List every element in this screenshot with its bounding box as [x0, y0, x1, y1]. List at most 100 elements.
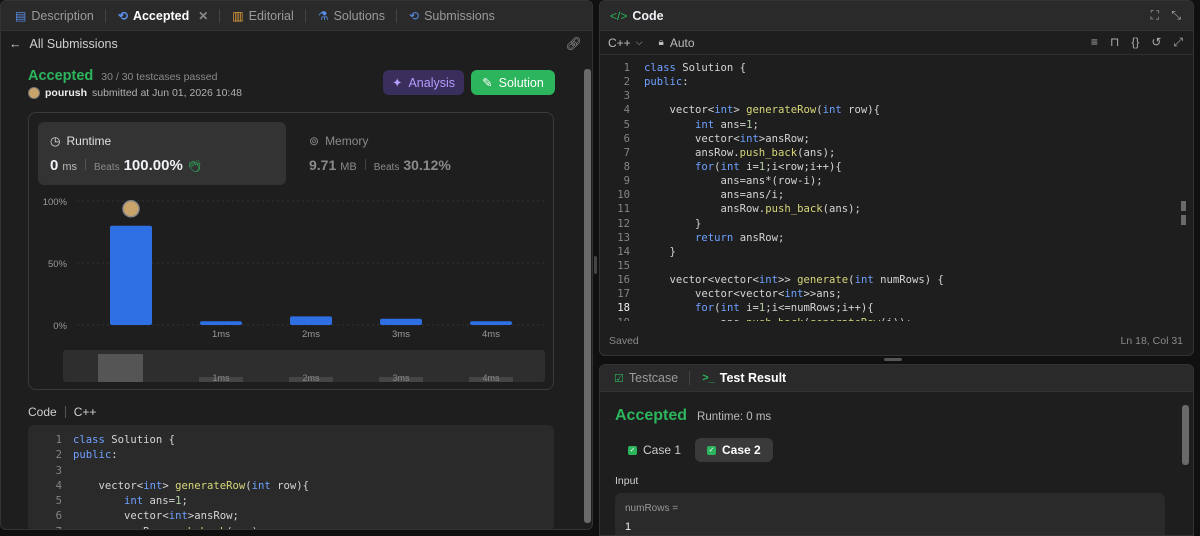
chart-bar[interactable]	[110, 225, 152, 325]
submission-status: Accepted 30 / 30 testcases passed	[28, 68, 218, 84]
tab-solutions[interactable]: ⚗ Solutions	[312, 1, 403, 31]
format-icon[interactable]: ≡	[1091, 35, 1098, 50]
case-tab-1[interactable]: ✓ Case 1	[620, 439, 689, 461]
chart-bar[interactable]	[380, 318, 422, 325]
x-tick-label: 2ms	[302, 329, 320, 340]
terminal-icon: >_	[702, 372, 715, 384]
x-tick-label: 4ms	[482, 329, 500, 340]
code-text: vector<int> generateRow(int row){	[669, 104, 881, 117]
code-line: 5 int ans=1;	[600, 118, 1185, 132]
line-number: 15	[617, 259, 630, 272]
clap-icon: 👏︎	[186, 159, 203, 173]
code-block: 1 class Solution {2 public: 3 4 vector<int> …	[28, 433, 554, 529]
case-tab-2[interactable]: ✓ Case 2	[695, 438, 773, 462]
memory-card[interactable]: ⊚ Memory 9.71 MB Beats 30.12%	[299, 122, 547, 185]
close-icon[interactable]: ✕	[198, 10, 208, 22]
y-tick-label: 50%	[48, 259, 68, 270]
tab-submissions[interactable]: ⟲ Submissions	[403, 1, 501, 31]
range-slider-label: 3ms	[392, 373, 410, 383]
line-number: 9	[623, 175, 630, 188]
code-text: vector<vector<int>>ans;	[695, 288, 842, 301]
line-number: 19	[610, 316, 630, 321]
code-line: 4 vector<int> generateRow(int row){	[28, 479, 554, 494]
auto-mode[interactable]: Auto	[670, 36, 695, 50]
tab-accepted[interactable]: ⟲ Accepted ✕	[112, 1, 226, 31]
code-text: int ans=1;	[695, 118, 759, 131]
vertical-resize-handle[interactable]	[594, 256, 597, 274]
line-number: 6	[623, 132, 630, 145]
code-text: int ans=1;	[124, 495, 188, 508]
divider	[396, 8, 397, 23]
line-number: 2	[623, 76, 630, 89]
braces-icon[interactable]: {}	[1131, 35, 1139, 50]
arrow-left-icon: ←	[9, 37, 22, 51]
maximize-icon[interactable]: ⛶	[1151, 8, 1159, 23]
code-line: 19 ans.push_back(generateRow(i));	[600, 316, 1185, 321]
line-number: 8	[623, 160, 630, 173]
code-line: 13 return ansRow;	[600, 231, 1185, 245]
expand-icon[interactable]: ⤢	[1173, 35, 1183, 50]
code-text: vector<int>ansRow;	[124, 510, 239, 523]
cursor-position: Ln 18, Col 31	[1120, 335, 1183, 347]
tab-testcase[interactable]: ☑ Testcase	[608, 365, 696, 392]
code-line: 15	[600, 259, 1185, 273]
code-text: for(int i=1;i<=numRows;i++){	[695, 302, 874, 315]
code-line: 3	[28, 464, 554, 479]
book-icon: ▥	[232, 8, 244, 23]
line-number: 6	[55, 510, 62, 523]
code-line: 7 ansRow.push_back(ans);	[28, 525, 554, 529]
divider	[104, 8, 106, 23]
tab-editorial[interactable]: ▥ Editorial	[226, 1, 312, 31]
chart-bar[interactable]	[290, 316, 332, 325]
submitter-info: pourush submitted at Jun 01, 2026 10:48	[28, 87, 242, 99]
line-number: 18	[617, 302, 630, 315]
analysis-button[interactable]: ✦ Analysis	[383, 70, 464, 95]
editor-title: Code	[632, 8, 664, 23]
memory-beats: 30.12%	[403, 157, 451, 173]
code-line: 3	[600, 89, 1185, 103]
code-line: 14 }	[600, 245, 1185, 259]
language-select[interactable]: C++ ⌵	[608, 36, 643, 50]
clock-icon: ◷	[50, 134, 61, 148]
panel-resize-handle[interactable]	[884, 358, 902, 361]
back-link[interactable]: ← All Submissions	[9, 37, 118, 51]
runtime-distribution-chart: 100% 50% 0% 1ms 2ms 3ms 4ms 1ms 2ms 3ms 4ms	[43, 197, 545, 383]
result-status: Accepted	[615, 407, 688, 424]
divider	[64, 406, 66, 418]
input-value: 1	[625, 521, 632, 533]
checkbox-icon: ☑	[614, 372, 624, 385]
reset-icon[interactable]: ↺	[1151, 35, 1161, 50]
divider	[219, 8, 221, 23]
left-scrollbar[interactable]	[582, 65, 592, 529]
submitted-code[interactable]: 1 class Solution {2 public: 3 4 vector<int> …	[28, 425, 554, 529]
minimize-icon[interactable]: ⤡	[1171, 8, 1181, 23]
code-line: 4 vector<int> generateRow(int row){	[600, 103, 1185, 117]
runtime-card[interactable]: ◷ Runtime 0 ms Beats 100.00% 👏︎	[38, 122, 286, 185]
editor-scrollbar[interactable]	[1181, 201, 1186, 235]
runtime-value: 0	[50, 157, 59, 174]
tab-test-result[interactable]: >_ Test Result	[696, 365, 792, 392]
runtime-beats: 100.00%	[123, 157, 183, 174]
y-tick-label: 0%	[53, 321, 67, 332]
chart-bar[interactable]	[470, 321, 512, 325]
code-text: ansRow.push_back(ans);	[73, 525, 264, 529]
line-number: 4	[55, 479, 62, 492]
result-scrollbar[interactable]	[1182, 405, 1189, 465]
editor-code-area[interactable]: 1 class Solution {2 public: 3 4 vector<int> …	[600, 61, 1185, 321]
tab-description[interactable]: ▤ Description	[9, 1, 112, 31]
chart-bar[interactable]	[200, 321, 242, 325]
code-text: ansRow.push_back(ans);	[644, 203, 861, 216]
left-scroll-thumb[interactable]	[584, 69, 591, 523]
solution-button[interactable]: ✎ Solution	[471, 70, 555, 95]
editor-status-bar: Saved Ln 18, Col 31	[600, 331, 1193, 353]
line-number: 4	[623, 104, 630, 117]
bookmark-icon[interactable]: ⊓	[1110, 35, 1119, 50]
code-line: 10 ans=ans/i;	[600, 188, 1185, 202]
range-slider-label: 2ms	[302, 373, 320, 383]
line-number: 1	[623, 62, 630, 74]
stats-card: ◷ Runtime 0 ms Beats 100.00% 👏︎ ⊚ Memory…	[28, 112, 554, 390]
link-icon[interactable]: 🔗︎	[565, 36, 582, 52]
avatar[interactable]	[28, 87, 40, 99]
line-number: 10	[617, 189, 630, 202]
range-slider-selection[interactable]	[98, 354, 143, 382]
